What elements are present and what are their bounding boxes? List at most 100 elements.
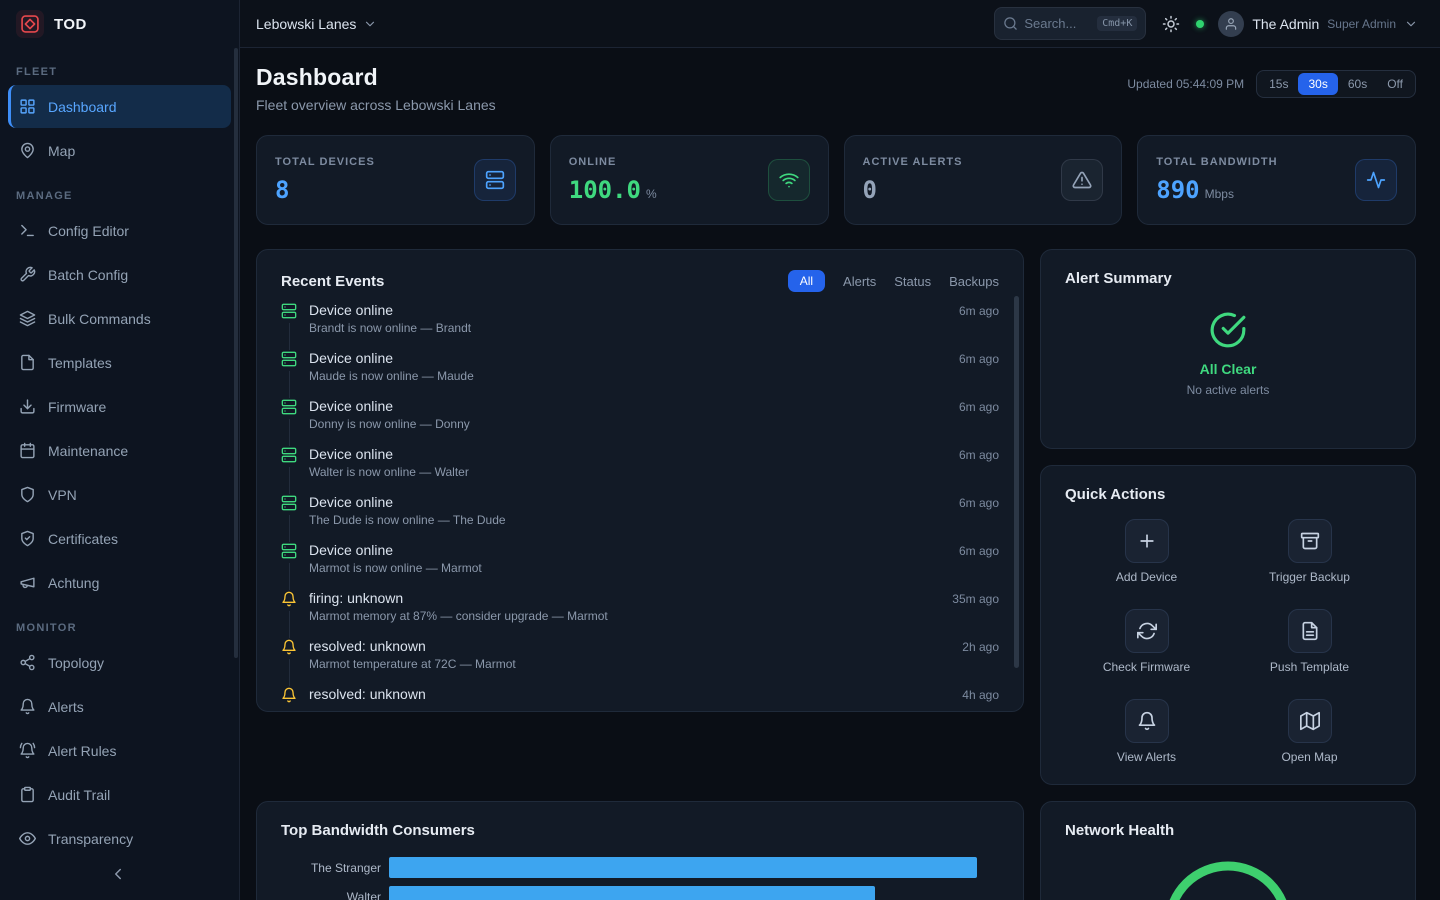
sidebar-item-certificates[interactable]: Certificates [8, 517, 231, 560]
sidebar-item-label: Transparency [48, 831, 133, 847]
sidebar-item-label: Dashboard [48, 99, 117, 115]
timeline-connector [289, 419, 290, 446]
quick-action-push-template[interactable]: Push Template [1228, 609, 1391, 674]
events-scrollbar[interactable] [1014, 296, 1019, 668]
recent-events-card: Recent Events AllAlertsStatusBackups Dev… [256, 249, 1024, 712]
sidebar-item-vpn[interactable]: VPN [8, 473, 231, 516]
event-time: 35m ago [952, 592, 999, 606]
sidebar-item-alert-rules[interactable]: Alert Rules [8, 729, 231, 772]
stat-label: ONLINE [569, 156, 657, 168]
event-row[interactable]: Device online6m agoMaude is now online —… [281, 350, 999, 398]
quick-action-label: Push Template [1270, 660, 1349, 674]
quick-action-add-device[interactable]: Add Device [1065, 519, 1228, 584]
quick-action-trigger-backup[interactable]: Trigger Backup [1228, 519, 1391, 584]
sidebar-item-batch-config[interactable]: Batch Config [8, 253, 231, 296]
event-row[interactable]: Device online6m agoMarmot is now online … [281, 542, 999, 590]
quick-action-open-map[interactable]: Open Map [1228, 699, 1391, 764]
sidebar-item-achtung[interactable]: Achtung [8, 561, 231, 604]
stat-card-total-devices: TOTAL DEVICES8 [256, 135, 535, 225]
event-row[interactable]: Device online6m agoWalter is now online … [281, 446, 999, 494]
server-icon [281, 446, 297, 463]
stat-label: TOTAL BANDWIDTH [1156, 156, 1277, 168]
event-rail [281, 542, 297, 590]
timeline-connector [289, 659, 290, 686]
sidebar-item-maintenance[interactable]: Maintenance [8, 429, 231, 472]
sidebar-item-topology[interactable]: Topology [8, 641, 231, 684]
connection-status-dot [1196, 20, 1204, 28]
event-detail: Marmot memory at 87% — consider upgrade … [309, 609, 999, 623]
event-title: resolved: unknown [309, 686, 426, 702]
quick-action-view-alerts[interactable]: View Alerts [1065, 699, 1228, 764]
event-row[interactable]: Device online6m agoDonny is now online —… [281, 398, 999, 446]
event-row[interactable]: Device online6m agoBrandt is now online … [281, 302, 999, 350]
event-body: Device online6m agoWalter is now online … [309, 446, 999, 494]
user-menu[interactable]: The Admin Super Admin [1218, 11, 1418, 37]
bell-ring-icon [18, 742, 36, 760]
timeline-connector [289, 323, 290, 350]
sidebar-item-dashboard[interactable]: Dashboard [8, 85, 231, 128]
stat-unit: Mbps [1205, 187, 1234, 201]
event-row[interactable]: firing: unknown35m agoMarmot memory at 8… [281, 590, 999, 638]
theme-toggle-button[interactable] [1160, 13, 1182, 35]
events-tab-backups[interactable]: Backups [949, 274, 999, 289]
last-updated-text: Updated 05:44:09 PM [1127, 77, 1244, 91]
page-title: Dashboard [256, 64, 496, 91]
event-rail [281, 350, 297, 398]
event-detail: Marmot temperature at 72C — Marmot [309, 657, 999, 671]
health-ring [1154, 851, 1302, 900]
refresh-60s-button[interactable]: 60s [1338, 73, 1377, 95]
megaphone-icon [18, 574, 36, 592]
sidebar-item-label: Topology [48, 655, 104, 671]
refresh-off-button[interactable]: Off [1377, 73, 1413, 95]
refresh-15s-button[interactable]: 15s [1259, 73, 1298, 95]
sidebar-item-templates[interactable]: Templates [8, 341, 231, 384]
sidebar-item-config-editor[interactable]: Config Editor [8, 209, 231, 252]
sidebar-item-firmware[interactable]: Firmware [8, 385, 231, 428]
events-tab-alerts[interactable]: Alerts [843, 274, 876, 289]
event-rail [281, 590, 297, 638]
activity-icon [1355, 159, 1397, 201]
app-name: TOD [54, 16, 87, 33]
refresh-interval-control: 15s30s60sOff [1256, 70, 1416, 98]
sidebar-item-alerts[interactable]: Alerts [8, 685, 231, 728]
events-list: Device online6m agoBrandt is now online … [281, 302, 999, 712]
event-body: Device online6m agoBrandt is now online … [309, 302, 999, 350]
sidebar-item-label: Alert Rules [48, 743, 116, 759]
plus-icon [1125, 519, 1169, 563]
event-row[interactable]: resolved: unknown4h ago [281, 686, 999, 712]
sidebar-item-map[interactable]: Map [8, 129, 231, 172]
event-row[interactable]: Device online6m agoThe Dude is now onlin… [281, 494, 999, 542]
sidebar-header: TOD [0, 0, 239, 48]
event-time: 6m ago [959, 496, 999, 510]
org-switcher[interactable]: Lebowski Lanes [256, 16, 377, 32]
layers-icon [18, 310, 36, 328]
stat-card-active-alerts: ACTIVE ALERTS0 [844, 135, 1123, 225]
clipboard-icon [18, 786, 36, 804]
events-tab-status[interactable]: Status [894, 274, 931, 289]
map-pin-icon [18, 142, 36, 160]
events-tab-all[interactable]: All [788, 270, 825, 292]
sidebar-item-audit-trail[interactable]: Audit Trail [8, 773, 231, 816]
stats-row: TOTAL DEVICES8ONLINE100.0%ACTIVE ALERTS0… [256, 135, 1416, 225]
user-role: Super Admin [1327, 17, 1396, 31]
refresh-30s-button[interactable]: 30s [1298, 73, 1337, 95]
search-box[interactable]: Cmd+K [994, 7, 1146, 40]
sidebar-collapse-button[interactable] [103, 859, 133, 889]
sidebar-item-label: Alerts [48, 699, 84, 715]
bell-icon [18, 698, 36, 716]
stat-label: ACTIVE ALERTS [863, 156, 963, 168]
network-health-donut [1065, 851, 1391, 900]
app-root: TOD FLEETDashboardMapMANAGEConfig Editor… [0, 0, 1440, 900]
alert-summary-card: Alert Summary All Clear No active alerts [1040, 249, 1416, 449]
network-health-title: Network Health [1065, 822, 1391, 839]
sidebar-item-label: Maintenance [48, 443, 128, 459]
search-icon [1003, 16, 1018, 31]
sidebar-item-label: Map [48, 143, 75, 159]
sidebar-item-bulk-commands[interactable]: Bulk Commands [8, 297, 231, 340]
quick-action-check-firmware[interactable]: Check Firmware [1065, 609, 1228, 674]
bandwidth-track [389, 886, 989, 900]
event-row[interactable]: resolved: unknown2h agoMarmot temperatur… [281, 638, 999, 686]
search-input[interactable] [1024, 16, 1091, 31]
chevron-down-icon [363, 17, 377, 31]
event-time: 6m ago [959, 304, 999, 318]
